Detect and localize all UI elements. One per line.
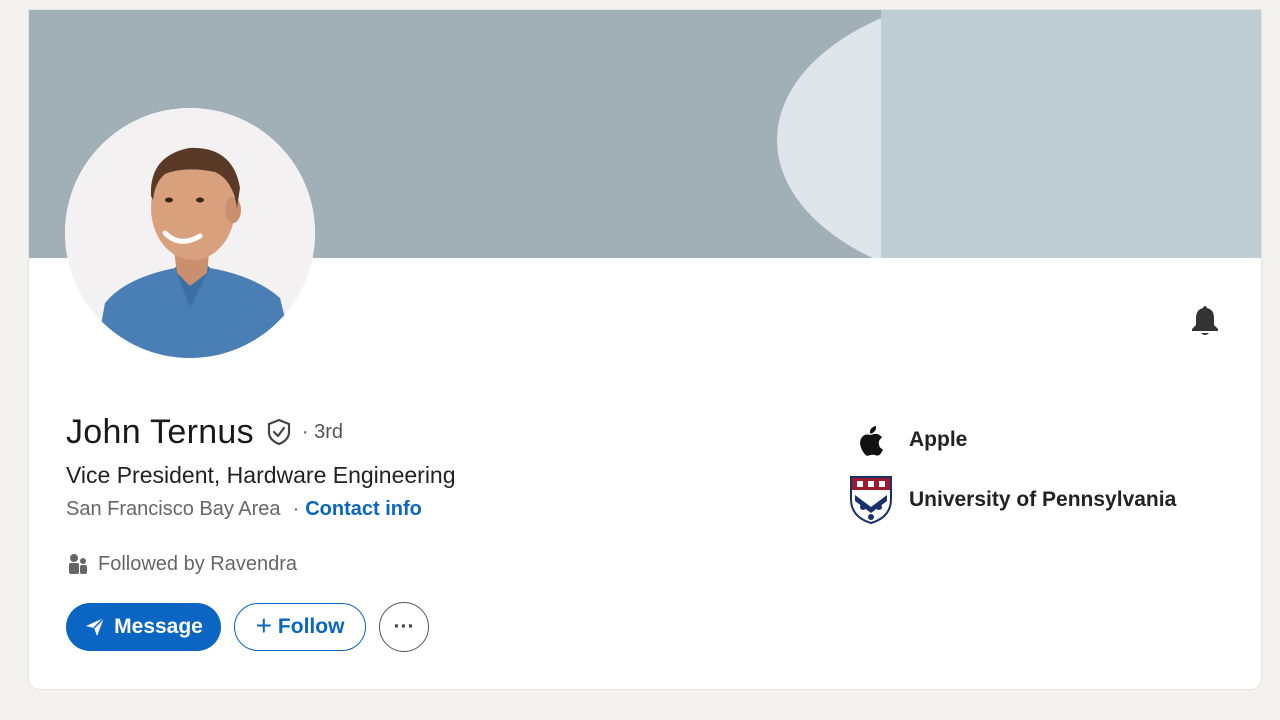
verified-shield-icon[interactable] [264,417,294,447]
followed-by-text: Followed by Ravendra [98,552,297,575]
profile-name: John Ternus [66,412,254,451]
follow-button-label: Follow [277,615,345,638]
plus-icon: + [255,609,272,641]
contact-info-link[interactable]: Contact info [305,498,422,521]
message-button-label: Message [114,615,203,638]
banner-right-panel [881,10,1261,258]
connection-degree: · 3rd [301,420,344,443]
followed-by-row[interactable]: Followed by Ravendra [66,552,297,576]
profile-photo[interactable] [65,108,315,358]
apple-logo-icon [849,415,893,465]
people-icon [69,554,87,574]
location-separator: · [292,498,300,520]
education-school[interactable]: University of Pennsylvania [849,475,1176,525]
send-icon [86,617,105,636]
profile-card: John Ternus · 3rd Vice President, Hardwa… [29,10,1261,689]
profile-photo-image [65,108,315,358]
name-row: John Ternus · 3rd [66,410,343,454]
profile-location: San Francisco Bay Area [66,498,281,520]
upenn-shield-icon [849,475,893,525]
location-row: San Francisco Bay Area · Contact info [66,498,422,521]
profile-headline: Vice President, Hardware Engineering [66,462,456,488]
current-company[interactable]: Apple [849,415,967,465]
more-icon: ··· [393,615,415,638]
message-button[interactable]: Message [66,603,221,651]
more-actions-button[interactable]: ··· [379,602,429,652]
company-name: Apple [909,428,968,451]
notification-bell-icon[interactable] [1187,302,1223,338]
follow-button[interactable]: + Follow [234,603,366,651]
school-name: University of Pennsylvania [909,488,1177,511]
